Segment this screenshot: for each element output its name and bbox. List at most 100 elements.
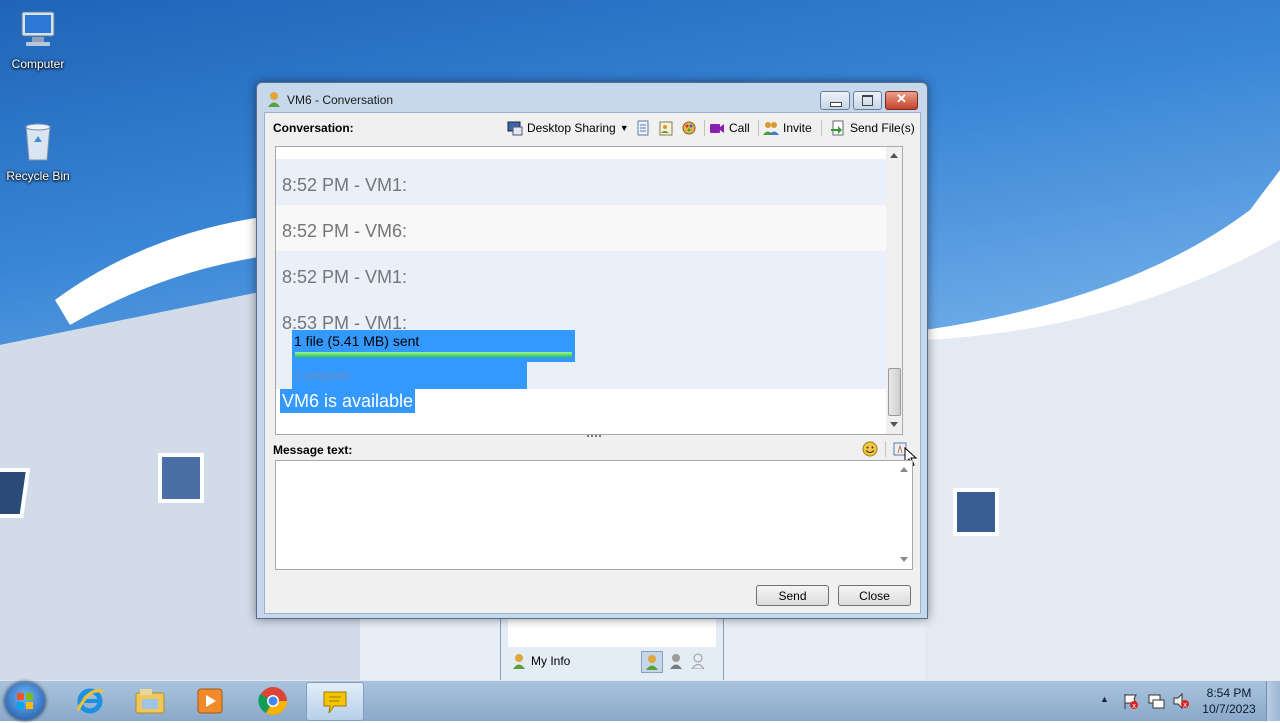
internet-explorer-icon (76, 688, 104, 713)
messenger-icon (323, 691, 347, 713)
message-row: 8:52 PM - VM6: (276, 205, 886, 251)
contact-info-icon[interactable] (658, 120, 674, 138)
desktop-sharing-button[interactable]: Desktop Sharing ▼ (507, 119, 629, 137)
messenger-main-window: My Info (500, 612, 724, 680)
message-input[interactable] (275, 460, 913, 570)
close-icon: ✕ (896, 91, 907, 106)
desktop-sharing-label: Desktop Sharing (527, 121, 616, 135)
send-files-button[interactable]: Send File(s) (830, 119, 915, 137)
invite-button[interactable]: Invite (763, 119, 812, 137)
user-status-icon (513, 654, 525, 669)
send-files-label: Send File(s) (850, 121, 915, 135)
taskbar-chrome[interactable] (245, 682, 301, 719)
show-desktop-button[interactable] (1266, 681, 1280, 721)
window-title: VM6 - Conversation (287, 93, 394, 107)
windows-logo-icon (17, 693, 33, 709)
conversation-label: Conversation: (273, 121, 354, 135)
scroll-down-arrow-icon[interactable] (900, 557, 908, 562)
computer-icon (21, 11, 55, 46)
minimize-icon (830, 102, 842, 107)
scroll-up-arrow-icon[interactable] (900, 467, 908, 472)
taskbar-messenger[interactable] (306, 682, 364, 721)
splitter-grip[interactable] (587, 435, 601, 441)
maximize-button[interactable] (853, 91, 882, 110)
file-transfer-block[interactable]: 1 file (5.41 MB) sent (292, 330, 575, 362)
media-player-icon (197, 688, 223, 713)
status-available-button[interactable] (641, 651, 663, 673)
conversation-window: VM6 - Conversation ✕ Conversation: Deskt… (256, 82, 928, 619)
network-icon[interactable] (1147, 692, 1165, 710)
taskbar-file-explorer[interactable] (122, 682, 178, 719)
file-transfer-status: Complete (292, 362, 527, 389)
message-row: 8:52 PM - VM1: (276, 251, 886, 297)
window-client-area: Conversation: Desktop Sharing ▼ Call Inv… (264, 112, 921, 614)
show-hidden-icons-icon[interactable]: ▲ (1100, 694, 1109, 704)
message-header: 8:52 PM - VM1: (282, 175, 408, 195)
dropdown-arrow-icon: ▼ (619, 123, 629, 133)
video-camera-icon (710, 124, 724, 133)
toolbar-separator (758, 120, 759, 136)
send-button[interactable]: Send (756, 585, 829, 606)
recycle-bin-icon (25, 123, 51, 161)
send-file-icon (831, 120, 844, 136)
svg-text:x: x (1183, 701, 1187, 709)
taskbar-media-player[interactable] (182, 682, 238, 719)
recycle-bin-desktop-icon[interactable]: Recycle Bin (0, 120, 76, 183)
available-user-icon (646, 655, 658, 670)
maximize-icon (862, 95, 873, 106)
conversation-history[interactable]: 8:52 PM - VM1: 8:52 PM - VM6: 8:52 PM - … (275, 146, 903, 435)
recycle-bin-label: Recycle Bin (6, 169, 70, 183)
close-label: Close (859, 588, 890, 603)
progress-fill (295, 352, 572, 357)
messenger-user-icon (268, 92, 280, 107)
svg-text:x: x (1132, 702, 1136, 710)
action-center-flag-icon[interactable]: x (1122, 692, 1140, 710)
close-button[interactable]: Close (838, 585, 911, 606)
file-transfer-progress-bar (295, 352, 572, 357)
message-header: 8:52 PM - VM6: (282, 221, 408, 241)
away-user-icon[interactable] (668, 653, 684, 669)
taskbar-internet-explorer[interactable] (62, 682, 118, 719)
offline-user-icon[interactable] (690, 653, 706, 669)
volume-muted-icon[interactable]: x (1172, 692, 1190, 710)
computer-label: Computer (11, 57, 65, 71)
call-label: Call (729, 121, 750, 135)
message-row: 8:52 PM - VM1: (276, 159, 886, 205)
my-info-label: My Info (531, 654, 571, 668)
scroll-down-arrow-icon[interactable] (890, 422, 898, 427)
clock-time: 8:54 PM (1206, 686, 1252, 700)
close-window-button[interactable]: ✕ (885, 91, 918, 110)
file-transfer-text: 1 file (5.41 MB) sent (294, 333, 420, 349)
desktop-sharing-icon (507, 121, 523, 136)
presence-text: VM6 is available (282, 391, 414, 411)
toolbar-separator (704, 120, 705, 136)
start-button[interactable] (5, 682, 45, 720)
emoticon-icon[interactable] (862, 441, 878, 457)
compose-scrollbar[interactable] (896, 461, 912, 569)
message-text-label: Message text: (273, 443, 353, 457)
invite-label: Invite (783, 121, 812, 135)
invite-users-icon (763, 122, 779, 135)
scroll-up-arrow-icon[interactable] (890, 153, 898, 158)
notes-icon[interactable] (635, 120, 651, 138)
contact-list-area (508, 617, 716, 647)
chrome-icon (258, 686, 287, 715)
scroll-thumb[interactable] (888, 368, 901, 416)
computer-desktop-icon[interactable]: Computer (0, 8, 76, 71)
toolbar-separator (885, 441, 886, 457)
title-bar[interactable]: VM6 - Conversation ✕ (257, 83, 927, 113)
system-clock[interactable]: 8:54 PM 10/7/2023 (1196, 685, 1262, 717)
my-info-button[interactable]: My Info (511, 651, 570, 671)
send-label: Send (778, 588, 807, 603)
file-explorer-icon (135, 688, 165, 713)
message-header: 8:52 PM - VM1: (282, 267, 408, 287)
minimize-button[interactable] (820, 91, 850, 110)
whiteboard-icon[interactable] (681, 120, 697, 138)
taskbar: ▲ x x 8:54 PM 10/7/2023 (0, 680, 1280, 721)
history-scrollbar[interactable] (886, 147, 902, 434)
call-button[interactable]: Call (709, 119, 750, 137)
toolbar-separator (821, 120, 822, 136)
transfer-status-text: Complete (294, 368, 350, 383)
presence-notice: VM6 is available (280, 389, 416, 413)
clock-date: 10/7/2023 (1202, 702, 1256, 716)
